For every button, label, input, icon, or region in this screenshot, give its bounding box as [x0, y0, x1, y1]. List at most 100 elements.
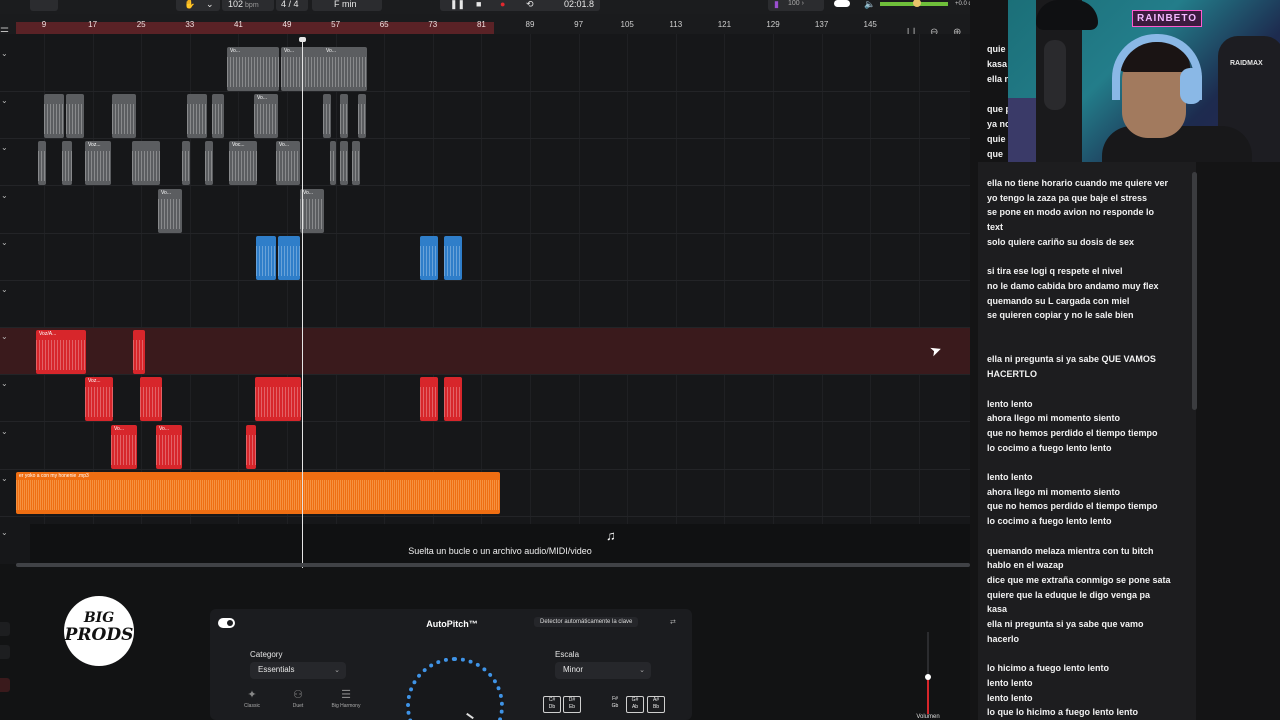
chevron-down-icon[interactable]: ⌄ — [1, 238, 8, 247]
audio-clip[interactable] — [330, 141, 336, 186]
chevron-down-icon[interactable]: ⌄ — [1, 427, 8, 436]
audio-clip[interactable] — [133, 330, 145, 375]
audio-clip[interactable] — [112, 94, 136, 139]
key-button-a-sharp[interactable]: A# Bb — [647, 696, 665, 713]
track-controls[interactable]: ⌄ — [0, 470, 14, 517]
chevron-down-icon[interactable]: ⌄ — [1, 332, 8, 341]
horizontal-scrollbar[interactable] — [16, 563, 970, 567]
track-controls[interactable]: ⌄ — [0, 281, 14, 328]
audio-clip[interactable]: Vo... — [254, 94, 278, 139]
track-row[interactable]: ⌄ Vo... — [0, 92, 970, 140]
settings-icon[interactable]: ⇄ — [670, 618, 676, 626]
stop-button[interactable]: ■ — [476, 0, 481, 12]
track-row[interactable]: ⌄ Vo... Vo... Vo... — [0, 45, 970, 92]
track-row[interactable]: ⌄ Vo... Vo... — [0, 423, 970, 470]
track-controls[interactable]: ⌄ — [0, 328, 14, 375]
audio-clip[interactable] — [205, 141, 213, 186]
audio-clip[interactable] — [246, 424, 256, 469]
audio-clip[interactable]: Voc... — [229, 141, 257, 186]
fader-knob[interactable] — [925, 674, 931, 680]
key-button-g-sharp[interactable]: G# Ab — [626, 696, 644, 713]
audio-clip[interactable] — [420, 235, 438, 280]
mode-big-harmony[interactable]: ☰ Big Harmony — [324, 689, 368, 709]
audio-clip[interactable] — [212, 94, 224, 139]
lyrics-scrollbar[interactable] — [1192, 172, 1197, 410]
pitch-correction-knob[interactable] — [406, 657, 504, 720]
key-button-c-sharp[interactable]: C# Db — [543, 696, 561, 713]
monitor-toggle[interactable] — [834, 0, 850, 7]
side-tool-button[interactable] — [0, 622, 10, 636]
audio-clip[interactable]: Vo... — [300, 188, 324, 233]
audio-clip[interactable] — [278, 235, 300, 280]
side-tool-button[interactable] — [0, 645, 10, 659]
key-field[interactable]: F min — [312, 0, 382, 11]
audio-clip[interactable]: Vo... — [323, 47, 367, 91]
track-controls[interactable]: ⌄ — [0, 45, 14, 92]
audio-clip[interactable] — [132, 141, 160, 186]
audio-clip[interactable]: Vo... — [276, 141, 300, 186]
audio-clip[interactable] — [256, 235, 276, 280]
side-record-button[interactable] — [0, 678, 10, 692]
auto-detect-key-button[interactable]: Detector automáticamente la clave — [534, 617, 639, 627]
playhead[interactable] — [302, 40, 303, 568]
key-button-f-sharp[interactable]: F# Gb — [606, 696, 624, 713]
audio-clip[interactable] — [340, 141, 348, 186]
audio-clip[interactable] — [444, 235, 462, 280]
audio-clip[interactable]: Vo... — [156, 424, 182, 469]
audio-clip[interactable] — [420, 377, 438, 422]
chevron-down-icon[interactable]: ⌄ — [1, 285, 8, 294]
track-controls[interactable]: ⌄ — [0, 234, 14, 281]
tool-selector[interactable]: ✋ ⌄ — [176, 0, 220, 11]
track-controls[interactable]: ⌄ — [0, 423, 14, 470]
audio-clip[interactable]: Vo... — [281, 47, 325, 91]
key-button-d-sharp[interactable]: D# Eb — [563, 696, 581, 713]
loop-button[interactable]: ⟲ — [526, 0, 534, 12]
audio-clip[interactable]: er yoko a con my honenie .mp3 — [16, 471, 500, 514]
audio-clip[interactable] — [62, 141, 72, 186]
category-select[interactable]: Essentials ⌄ — [250, 662, 346, 679]
audio-clip[interactable]: Vo... — [111, 424, 137, 469]
track-controls[interactable]: ⌄ — [0, 187, 14, 234]
chevron-down-icon[interactable]: ⌄ — [1, 96, 8, 105]
chevron-down-icon[interactable]: ⌄ — [1, 49, 8, 58]
time-signature-field[interactable]: 4 / 4 — [276, 0, 308, 11]
audio-clip[interactable] — [44, 94, 64, 139]
track-row[interactable]: ⌄ — [0, 281, 970, 328]
chevron-down-icon[interactable]: ⌄ — [1, 528, 8, 537]
metronome-field[interactable]: ▮ 100 › — [768, 0, 824, 11]
track-row[interactable]: ⌄ Voz/A... — [0, 328, 970, 376]
chevron-down-icon[interactable]: ⌄ — [1, 379, 8, 388]
track-row[interactable]: ⌄ Vo... Vo... — [0, 187, 970, 234]
audio-clip[interactable] — [140, 377, 162, 422]
audio-clip[interactable] — [358, 94, 366, 139]
audio-clip[interactable]: Vo... — [158, 188, 182, 233]
audio-clip[interactable] — [66, 94, 84, 139]
audio-clip[interactable] — [38, 141, 46, 186]
track-controls[interactable]: ⌄ — [0, 375, 14, 422]
track-row[interactable]: ⌄ Voz... — [0, 375, 970, 423]
mode-classic[interactable]: ✦ Classic — [230, 689, 274, 709]
audio-clip[interactable] — [444, 377, 462, 422]
track-controls[interactable]: ⌄ — [0, 92, 14, 139]
audio-clip[interactable] — [182, 141, 190, 186]
audio-clip[interactable]: Voz/A... — [36, 330, 86, 375]
audio-clip[interactable]: Voz... — [85, 377, 113, 422]
drop-zone[interactable]: ♫ Suelta un bucle o un archivo audio/MID… — [30, 524, 970, 564]
track-row[interactable]: ⌄ er yoko a con my honenie .mp3 — [0, 470, 970, 517]
track-row[interactable]: ⌄ — [0, 234, 970, 281]
audio-clip[interactable] — [187, 94, 207, 139]
audio-clip[interactable] — [352, 141, 360, 186]
scale-select[interactable]: Minor ⌄ — [555, 662, 651, 679]
audio-clip[interactable] — [340, 94, 348, 139]
pause-button[interactable]: ❚❚ — [450, 0, 465, 12]
audio-clip[interactable]: Vo... — [227, 47, 279, 91]
chevron-down-icon[interactable]: ⌄ — [1, 143, 8, 152]
tempo-field[interactable]: 102 bpm — [222, 0, 274, 11]
chevron-down-icon[interactable]: ⌄ — [1, 474, 8, 483]
audio-clip[interactable] — [323, 94, 331, 139]
track-row[interactable]: ⌄ Voz... Voc... Vo... — [0, 139, 970, 187]
mode-duet[interactable]: ⚇ Duet — [276, 689, 320, 709]
record-button[interactable]: ● — [500, 0, 505, 12]
volume-fader[interactable]: Volumen — [910, 632, 946, 720]
audio-clip[interactable] — [255, 377, 301, 422]
